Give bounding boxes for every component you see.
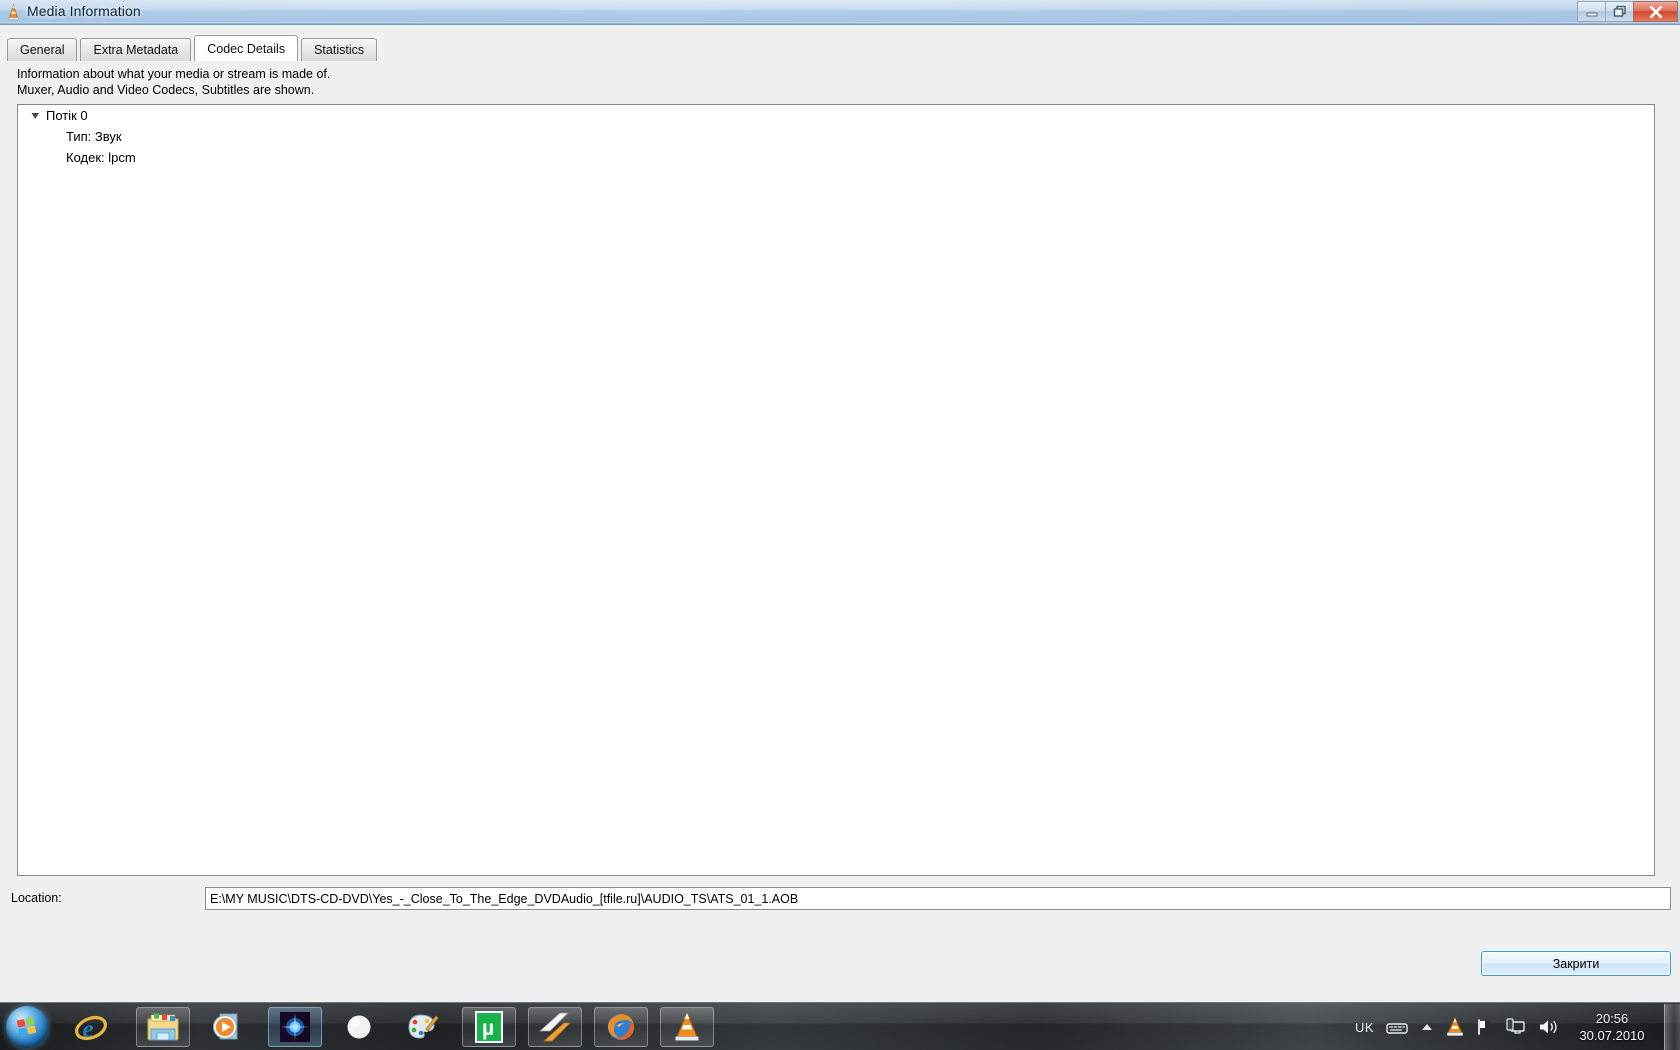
taskbar-item-windows-media-player[interactable] [200, 1007, 254, 1047]
restore-icon[interactable] [1605, 1, 1634, 22]
taskbar-item-windows-explorer[interactable] [136, 1007, 190, 1047]
svg-text:µ: µ [482, 1017, 494, 1040]
blue-star-icon [280, 1012, 310, 1042]
tree-item-type[interactable]: Тип: Звук [18, 126, 1654, 147]
minimize-icon[interactable] [1577, 1, 1606, 22]
system-tray: UK 20:56 30.07.2010 [1349, 1003, 1680, 1050]
tab-general[interactable]: General [7, 38, 78, 61]
location-input[interactable] [205, 887, 1671, 910]
description-line-1: Information about what your media or str… [17, 67, 331, 81]
media-information-window: Media Information General Extra Metadata… [0, 0, 1680, 1002]
folder-explorer-icon [147, 1013, 179, 1041]
keyboard-icon[interactable] [1386, 1019, 1408, 1035]
codec-tree-panel[interactable]: Потік 0 Тип: Звук Кодек: lpcm [17, 104, 1655, 876]
tree-item-codec[interactable]: Кодек: lpcm [18, 147, 1654, 168]
winamp-lightning-icon [538, 1012, 571, 1042]
vlc-cone-icon [5, 3, 22, 21]
tray-language-indicator[interactable]: UK [1355, 1020, 1374, 1035]
close-button[interactable]: Закрити [1481, 951, 1671, 976]
utorrent-icon: µ [475, 1011, 503, 1043]
location-label: Location: [11, 891, 62, 905]
taskbar-item-vlc-media-player[interactable] [660, 1007, 714, 1047]
tree-root-node[interactable]: Потік 0 [18, 105, 1654, 126]
taskbar-item-internet-explorer[interactable]: e [64, 1007, 118, 1047]
window-controls [1577, 1, 1678, 22]
window-titlebar[interactable]: Media Information [0, 0, 1680, 25]
close-icon[interactable] [1633, 1, 1678, 22]
tab-bar: General Extra Metadata Codec Details Sta… [0, 25, 1680, 61]
expand-collapse-arrow-icon[interactable] [29, 109, 42, 122]
tree-root-label: Потік 0 [46, 108, 88, 123]
show-hidden-icons-chevron-icon[interactable] [1420, 1022, 1434, 1032]
tray-vlc-cone-icon[interactable] [1446, 1017, 1464, 1037]
taskbar-clock[interactable]: 20:56 30.07.2010 [1566, 1010, 1658, 1044]
description-text: Information about what your media or str… [17, 66, 330, 98]
internet-explorer-icon: e [75, 1015, 107, 1043]
description-line-2: Muxer, Audio and Video Codecs, Subtitles… [17, 83, 315, 97]
dialog-footer: Закрити [0, 941, 1680, 1001]
windows-taskbar: e µ UK 20:56 30.07.2010 [0, 1002, 1680, 1050]
tab-codec-details[interactable]: Codec Details [194, 35, 299, 61]
media-player-icon [213, 1013, 238, 1040]
taskbar-item-ms-paint[interactable] [396, 1007, 450, 1047]
tree-item-label: Тип: Звук [66, 129, 122, 144]
taskbar-item-utorrent[interactable]: µ [462, 1007, 516, 1047]
svg-text:e: e [83, 1016, 94, 1043]
clock-date: 30.07.2010 [1579, 1028, 1645, 1043]
taskbar-item-blue-star-app[interactable] [268, 1007, 322, 1047]
show-desktop-button[interactable] [1664, 1004, 1680, 1050]
taskbar-item-white-sphere-app[interactable] [332, 1007, 386, 1047]
taskbar-item-mozilla-firefox[interactable] [594, 1007, 648, 1047]
clock-time: 20:56 [1595, 1011, 1629, 1026]
tab-extra-metadata[interactable]: Extra Metadata [80, 38, 192, 61]
white-sphere-icon [347, 1015, 371, 1039]
tab-statistics[interactable]: Statistics [301, 38, 378, 61]
window-body: Information about what your media or str… [0, 61, 1680, 1002]
volume-speaker-icon[interactable] [1538, 1018, 1560, 1036]
paint-palette-icon [408, 1014, 439, 1039]
taskbar-item-winamp[interactable] [528, 1007, 582, 1047]
firefox-icon [607, 1014, 635, 1040]
window-title: Media Information [27, 3, 141, 19]
vlc-cone-icon [675, 1011, 699, 1041]
tree-item-label: Кодек: lpcm [66, 150, 136, 165]
action-center-flag-icon[interactable] [1476, 1018, 1494, 1036]
location-row: Location: [0, 887, 1680, 913]
network-monitor-icon[interactable] [1506, 1018, 1526, 1036]
windows-start-orb[interactable] [6, 1006, 48, 1048]
